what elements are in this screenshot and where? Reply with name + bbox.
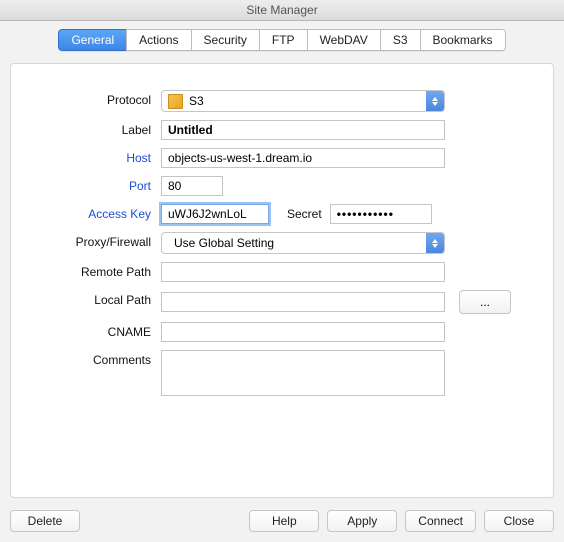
- local-path-field[interactable]: [161, 292, 445, 312]
- tab-security[interactable]: Security: [191, 29, 259, 51]
- local-path-label: Local Path: [33, 290, 161, 314]
- cname-field[interactable]: [161, 322, 445, 342]
- secret-field[interactable]: [330, 204, 432, 224]
- port-field[interactable]: [161, 176, 223, 196]
- proxy-value: Use Global Setting: [168, 236, 426, 250]
- label-field[interactable]: [161, 120, 445, 140]
- form: Protocol S3 Label: [33, 82, 531, 407]
- protocol-label: Protocol: [33, 90, 161, 112]
- tab-webdav[interactable]: WebDAV: [307, 29, 380, 51]
- close-button[interactable]: Close: [484, 510, 554, 532]
- cname-label: CNAME: [33, 322, 161, 342]
- host-label: Host: [33, 148, 161, 168]
- label-label: Label: [33, 120, 161, 140]
- general-panel: Protocol S3 Label: [10, 63, 554, 498]
- comments-label: Comments: [33, 350, 161, 399]
- secret-label: Secret: [287, 207, 322, 221]
- s3-cube-icon: [168, 94, 183, 109]
- tab-actions[interactable]: Actions: [126, 29, 190, 51]
- main-panel: General Actions Security FTP WebDAV S3 B…: [0, 21, 564, 502]
- apply-button[interactable]: Apply: [327, 510, 397, 532]
- comments-field[interactable]: [161, 350, 445, 396]
- delete-button[interactable]: Delete: [10, 510, 80, 532]
- remote-path-field[interactable]: [161, 262, 445, 282]
- access-key-label: Access Key: [33, 204, 161, 224]
- tab-bar: General Actions Security FTP WebDAV S3 B…: [10, 29, 554, 51]
- chevron-updown-icon: [426, 91, 444, 111]
- tab-general[interactable]: General: [58, 29, 126, 51]
- tab-s3[interactable]: S3: [380, 29, 420, 51]
- window-title: Site Manager: [0, 0, 564, 21]
- tab-bookmarks[interactable]: Bookmarks: [420, 29, 506, 51]
- proxy-label: Proxy/Firewall: [33, 232, 161, 254]
- help-button[interactable]: Help: [249, 510, 319, 532]
- protocol-select[interactable]: S3: [161, 90, 445, 112]
- protocol-value: S3: [187, 94, 426, 108]
- port-label: Port: [33, 176, 161, 196]
- tab-group: General Actions Security FTP WebDAV S3 B…: [58, 29, 505, 51]
- proxy-select[interactable]: Use Global Setting: [161, 232, 445, 254]
- tab-ftp[interactable]: FTP: [259, 29, 307, 51]
- chevron-updown-icon: [426, 233, 444, 253]
- remote-path-label: Remote Path: [33, 262, 161, 282]
- access-key-field[interactable]: [161, 204, 269, 224]
- site-manager-window: Site Manager General Actions Security FT…: [0, 0, 564, 542]
- browse-button[interactable]: ...: [459, 290, 511, 314]
- connect-button[interactable]: Connect: [405, 510, 476, 532]
- footer-bar: Delete Help Apply Connect Close: [0, 502, 564, 542]
- host-field[interactable]: [161, 148, 445, 168]
